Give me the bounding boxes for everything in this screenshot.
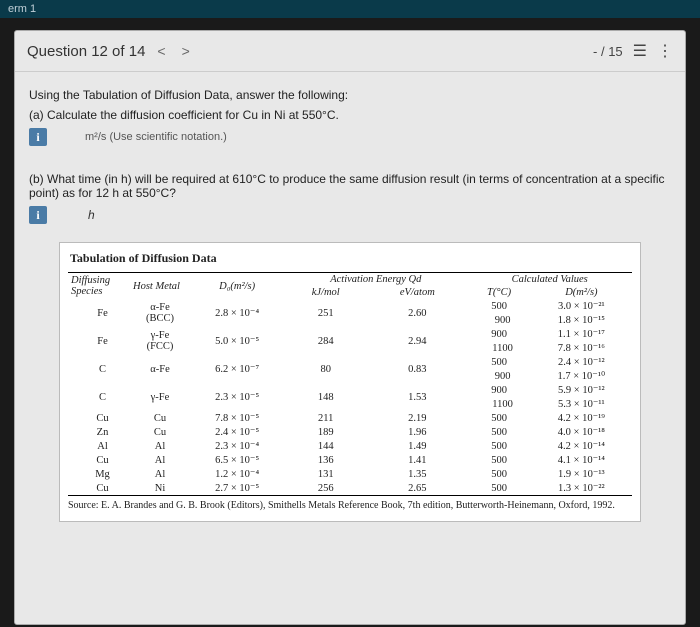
col-activation-group: Activation Energy Qd bbox=[284, 273, 467, 287]
table-row: CuNi2.7 × 10⁻⁵2562.655001.3 × 10⁻²² bbox=[68, 481, 632, 496]
next-question-button[interactable]: > bbox=[178, 43, 194, 59]
col-evatom: eV/atom bbox=[367, 286, 467, 299]
diffusion-table-wrap: Tabulation of Diffusion Data Diffusing S… bbox=[59, 242, 641, 522]
prev-question-button[interactable]: < bbox=[153, 43, 169, 59]
table-row: Cγ-Fe2.3 × 10⁻⁵1481.539005.9 × 10⁻¹² bbox=[68, 383, 632, 397]
table-row: MgAl1.2 × 10⁻⁴1311.355001.9 × 10⁻¹³ bbox=[68, 467, 632, 481]
table-row: Feγ-Fe(FCC)5.0 × 10⁻⁵2842.949001.1 × 10⁻… bbox=[68, 327, 632, 341]
col-kjmol: kJ/mol bbox=[284, 286, 367, 299]
info-icon[interactable]: i bbox=[29, 206, 47, 224]
term-strip: erm 1 bbox=[0, 0, 700, 18]
col-species: Diffusing Species bbox=[68, 273, 130, 300]
col-dm: D(m²/s) bbox=[531, 286, 632, 299]
col-tc: T(°C) bbox=[467, 286, 530, 299]
table-row: AlAl2.3 × 10⁻⁴1441.495004.2 × 10⁻¹⁴ bbox=[68, 439, 632, 453]
table-source: Source: E. A. Brandes and G. B. Brook (E… bbox=[68, 496, 632, 511]
col-calc-group: Calculated Values bbox=[467, 273, 632, 287]
col-host: Host Metal bbox=[130, 273, 190, 300]
question-list-icon[interactable]: ☰ bbox=[633, 41, 647, 61]
intro-text: Using the Tabulation of Diffusion Data, … bbox=[29, 88, 671, 102]
info-icon[interactable]: i bbox=[29, 128, 47, 146]
table-row: Cα-Fe6.2 × 10⁻⁷800.835002.4 × 10⁻¹² bbox=[68, 355, 632, 369]
question-header: Question 12 of 14 < > - / 15 ☰ ⋮ bbox=[15, 31, 685, 72]
col-d0: D₀(m²/s) bbox=[190, 273, 284, 300]
table-title: Tabulation of Diffusion Data bbox=[70, 251, 632, 266]
part-a-text: (a) Calculate the diffusion coefficient … bbox=[29, 108, 671, 122]
units-a: m²/s (Use scientific notation.) bbox=[85, 131, 227, 143]
h-variable: h bbox=[88, 208, 95, 222]
question-title: Question 12 of 14 bbox=[27, 43, 145, 60]
diffusion-table: Diffusing Species Host Metal D₀(m²/s) Ac… bbox=[68, 272, 632, 496]
question-panel: Question 12 of 14 < > - / 15 ☰ ⋮ Using t… bbox=[14, 30, 686, 625]
table-body: Feα-Fe(BCC)2.8 × 10⁻⁴2512.605003.0 × 10⁻… bbox=[68, 299, 632, 496]
score-text: - / 15 bbox=[593, 44, 623, 59]
table-row: CuAl6.5 × 10⁻⁵1361.415004.1 × 10⁻¹⁴ bbox=[68, 453, 632, 467]
table-row: Feα-Fe(BCC)2.8 × 10⁻⁴2512.605003.0 × 10⁻… bbox=[68, 299, 632, 313]
more-options-icon[interactable]: ⋮ bbox=[657, 41, 673, 61]
question-content: Using the Tabulation of Diffusion Data, … bbox=[15, 72, 685, 532]
score-area: - / 15 ☰ ⋮ bbox=[593, 41, 673, 61]
table-row: ZnCu2.4 × 10⁻⁵1891.965004.0 × 10⁻¹⁸ bbox=[68, 425, 632, 439]
part-b-text: (b) What time (in h) will be required at… bbox=[29, 172, 671, 200]
table-row: CuCu7.8 × 10⁻⁵2112.195004.2 × 10⁻¹⁹ bbox=[68, 411, 632, 425]
